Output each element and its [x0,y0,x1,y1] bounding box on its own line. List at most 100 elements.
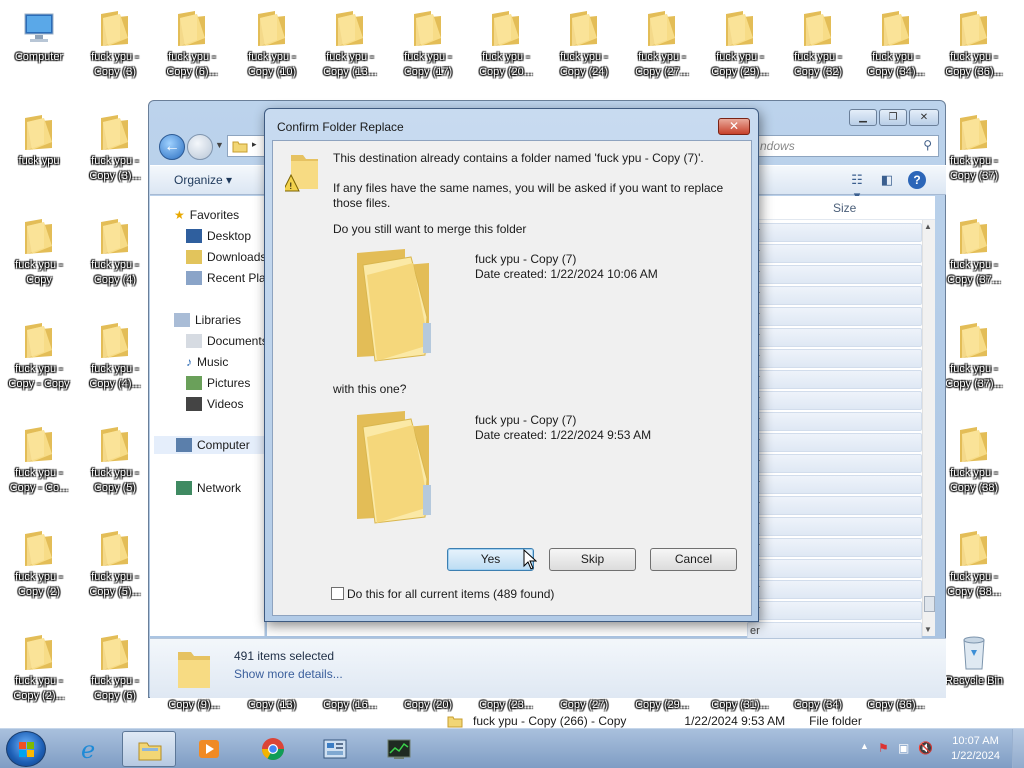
table-row[interactable]: er [747,496,922,515]
table-row[interactable]: er [747,538,922,557]
nav-music[interactable]: ♪ Music [186,355,228,369]
nav-downloads[interactable]: Downloads [186,250,266,264]
scroll-down-icon[interactable]: ▼ [924,625,932,634]
desktop-icon[interactable]: fuck ypu - Copy (6)... [158,8,226,80]
desktop-icon[interactable]: Copy (9)... [160,698,228,713]
address-bar[interactable]: ▸ [227,135,267,157]
desktop-icon[interactable]: fuck ypu - Copy (2)... [5,632,73,704]
desktop-icon[interactable]: Computer [5,8,73,65]
desktop-icon[interactable]: fuck ypu - Copy (3)... [81,112,149,184]
skip-button[interactable]: Skip [549,548,636,571]
table-row[interactable]: er [747,454,922,473]
desktop-icon[interactable]: Copy (27) [550,698,618,713]
recycle-bin[interactable]: Recycle Bin [940,632,1008,689]
nav-videos[interactable]: Videos [186,397,243,411]
desktop-icon[interactable]: fuck ypu - Copy (5) [81,424,149,496]
table-row[interactable]: er [747,223,922,242]
column-size[interactable]: Size [833,201,856,215]
taskbar-task-manager[interactable] [372,731,426,767]
scroll-thumb[interactable] [924,596,935,612]
back-button[interactable]: ← [159,134,185,160]
desktop-icon[interactable]: fuck ypu [5,112,73,169]
view-options-icon[interactable]: ☷ ▾ [848,172,866,203]
nav-pictures[interactable]: Pictures [186,376,250,390]
table-row[interactable]: er [747,580,922,599]
nav-documents[interactable]: Documents [186,334,268,348]
nav-favorites[interactable]: ★ Favorites [174,208,239,222]
desktop-icon[interactable]: Copy (34) [784,698,852,713]
desktop-icon[interactable]: fuck ypu - Copy (37) [940,112,1008,184]
table-row[interactable]: er [747,517,922,536]
table-row[interactable]: er [747,370,922,389]
table-row[interactable]: er [747,412,922,431]
desktop-icon[interactable]: Copy (31)... [706,698,774,713]
desktop-icon[interactable]: fuck ypu - Copy (2) [5,528,73,600]
taskbar-chrome[interactable] [246,731,300,767]
desktop-icon[interactable]: Copy (20) [394,698,462,713]
taskbar-control-panel[interactable] [308,731,362,767]
desktop-icon[interactable]: fuck ypu - Copy (6) [81,632,149,704]
minimize-button[interactable]: ▁ [849,109,877,126]
search-input[interactable]: ndows ⚲ [754,135,939,157]
table-row[interactable]: er [747,265,922,284]
desktop-icon[interactable]: fuck ypu - Copy (3) [81,8,149,80]
desktop-icon[interactable]: Copy (29... [628,698,696,713]
desktop-icon[interactable]: fuck ypu - Copy (37)... [940,320,1008,392]
vertical-scrollbar[interactable]: ▲ ▼ [922,220,935,636]
volume-muted-icon[interactable]: 🔇 [918,741,933,755]
table-row[interactable]: er [747,349,922,368]
desktop-icon[interactable]: fuck ypu - Copy (13... [316,8,384,80]
desktop-icon[interactable]: fuck ypu - Copy (32) [784,8,852,80]
nav-desktop[interactable]: Desktop [186,229,251,243]
nav-network[interactable]: Network [176,481,241,495]
desktop-icon[interactable]: fuck ypu - Copy - Co... [5,424,73,496]
desktop-icon[interactable]: Copy (23... [472,698,540,713]
desktop-icon[interactable]: fuck ypu - Copy (38) [940,424,1008,496]
close-button[interactable]: ✕ [909,109,939,126]
desktop-icon[interactable]: fuck ypu - Copy (5)... [81,528,149,600]
table-row[interactable]: er [747,433,922,452]
nav-recent[interactable]: Recent Plac [186,271,272,285]
table-row[interactable]: er [747,601,922,620]
table-row[interactable]: er [747,328,922,347]
desktop-icon[interactable]: fuck ypu - Copy (4)... [81,320,149,392]
yes-button[interactable]: Yes [447,548,534,571]
desktop-icon[interactable]: fuck ypu - Copy (29)... [706,8,774,80]
show-more-details-link[interactable]: Show more details... [234,667,343,681]
nav-computer[interactable]: Computer [154,436,264,454]
clock[interactable]: 10:07 AM 1/22/2024 [951,734,1000,764]
table-row[interactable]: er [747,559,922,578]
table-row[interactable]: er [747,307,922,326]
table-row[interactable]: er [747,244,922,263]
show-desktop-button[interactable] [1012,729,1024,768]
desktop-icon[interactable]: fuck ypu - Copy (10) [238,8,306,80]
desktop-icon[interactable]: fuck ypu - Copy (24) [550,8,618,80]
forward-button[interactable] [187,134,213,160]
maximize-button[interactable]: ❐ [879,109,907,126]
preview-pane-icon[interactable]: ◧ [878,172,896,188]
network-status-icon[interactable]: ▣ [898,741,909,755]
dialog-close-button[interactable]: ✕ [718,118,750,135]
desktop-icon[interactable]: fuck ypu - Copy - Copy [5,320,73,392]
start-button[interactable] [6,731,46,767]
table-row[interactable]: fuck ypu - Copy (266) - Copy 1/22/2024 9… [447,714,862,728]
table-row[interactable]: er [747,475,922,494]
desktop-icon[interactable]: Copy (36)... [862,698,930,713]
table-row[interactable]: er [747,391,922,410]
desktop-icon[interactable]: fuck ypu - Copy [5,216,73,288]
action-center-flag-icon[interactable]: ⚑ [878,741,889,755]
help-icon[interactable]: ? [908,171,926,189]
desktop-icon[interactable]: fuck ypu - Copy (38... [940,528,1008,600]
recent-pages-icon[interactable]: ▼ [215,140,224,150]
taskbar-media-player[interactable] [182,731,236,767]
scroll-up-icon[interactable]: ▲ [924,222,932,231]
desktop-icon[interactable]: fuck ypu - Copy (27... [628,8,696,80]
cancel-button[interactable]: Cancel [650,548,737,571]
desktop-icon[interactable]: fuck ypu - Copy (20... [472,8,540,80]
show-hidden-icons-icon[interactable]: ▲ [860,741,869,751]
apply-all-checkbox[interactable] [331,587,344,600]
apply-all-label[interactable]: Do this for all current items (489 found… [347,587,554,601]
taskbar-internet-explorer[interactable]: e [64,731,118,767]
nav-libraries[interactable]: Libraries [174,313,241,327]
table-row[interactable]: er [747,286,922,305]
